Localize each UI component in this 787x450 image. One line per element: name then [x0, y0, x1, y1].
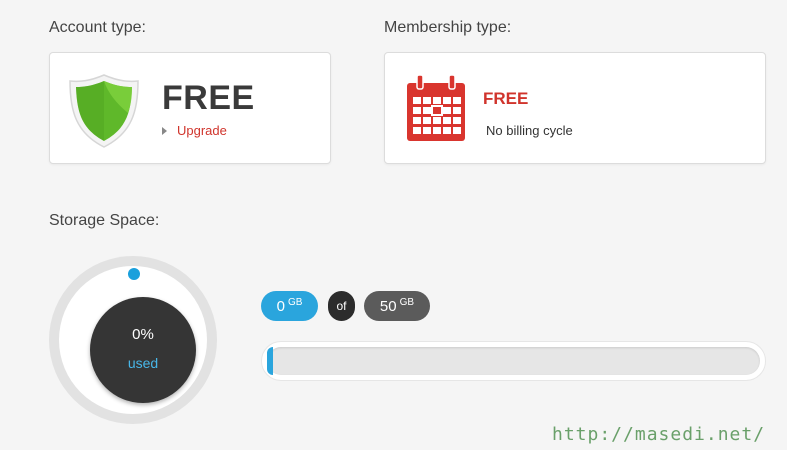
gauge-ring: 0% used [59, 266, 207, 414]
membership-type-value: FREE [483, 89, 529, 108]
storage-percent: 0% [132, 326, 154, 343]
storage-used-unit: GB [287, 296, 303, 308]
account-type-card: FREE Upgrade [49, 52, 331, 164]
storage-total-pill: 50 GB [364, 291, 430, 321]
account-type-label: Account type: [49, 19, 146, 36]
storage-of-label: of [336, 299, 347, 313]
account-type-value: FREE [162, 79, 255, 117]
storage-total-unit: GB [399, 296, 415, 308]
storage-used-value: 0 [276, 297, 285, 315]
caret-right-icon [162, 126, 167, 135]
storage-space-label: Storage Space: [49, 212, 160, 229]
storage-progress-track [267, 347, 760, 375]
billing-cycle-text: No billing cycle [486, 123, 573, 138]
gauge-core: 0% used [90, 297, 196, 403]
watermark-text: http://masedi.net/ [552, 424, 766, 445]
gauge-indicator-dot [128, 268, 140, 280]
storage-used-pill: 0 GB [261, 291, 318, 321]
upgrade-row: Upgrade [162, 123, 227, 138]
storage-progress-fill [267, 347, 273, 375]
storage-used-label: used [127, 355, 159, 371]
storage-progress-bar [261, 341, 766, 381]
membership-type-card: FREE No billing cycle [384, 52, 766, 164]
shield-icon [69, 74, 139, 148]
calendar-icon [407, 74, 465, 141]
storage-total-value: 50 [379, 297, 397, 315]
upgrade-link[interactable]: Upgrade [177, 123, 227, 138]
storage-of-pill: of [328, 291, 355, 321]
storage-gauge: 0% used [49, 256, 217, 424]
membership-type-label: Membership type: [384, 19, 512, 36]
